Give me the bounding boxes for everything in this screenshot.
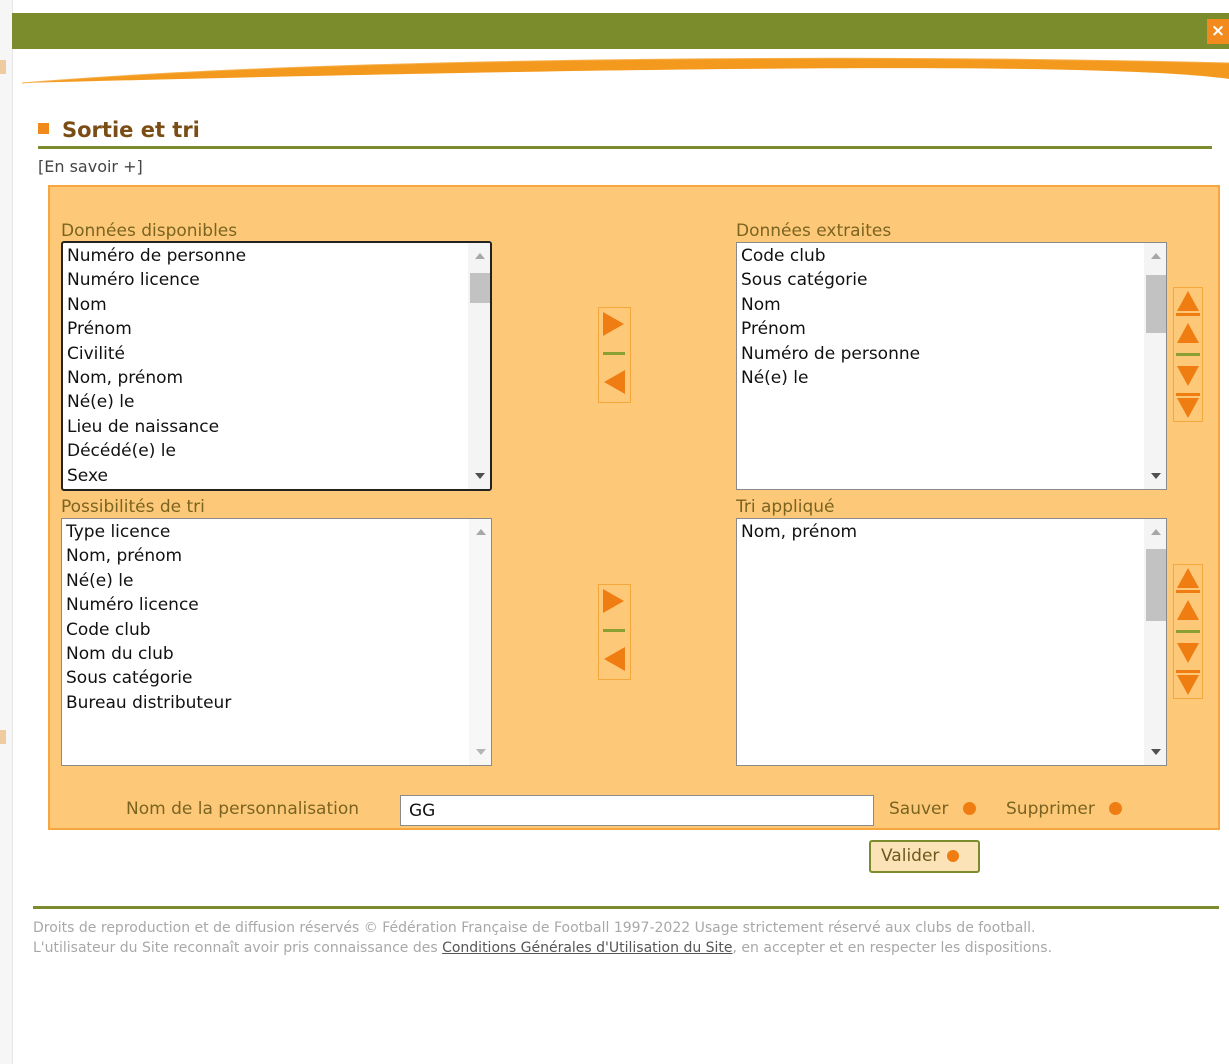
extracted-data-item[interactable]: Prénom	[741, 317, 1166, 341]
extracted-data-item[interactable]: Code club	[741, 244, 1166, 268]
transfer-arrows-bottom	[598, 584, 631, 680]
scroll-thumb[interactable]	[470, 273, 490, 303]
scroll-down-icon[interactable]	[1151, 749, 1161, 755]
sort-option-item[interactable]: Type licence	[66, 520, 491, 544]
output-sort-panel: Données disponibles Numéro de personne Nu…	[48, 185, 1220, 830]
personalisation-name-label: Nom de la personnalisation	[126, 799, 360, 819]
personalisation-name-input[interactable]	[400, 795, 874, 826]
move-to-top-icon[interactable]	[1174, 565, 1202, 594]
left-edge-strip	[0, 0, 13, 1064]
validate-label: Valider	[881, 846, 940, 866]
move-up-icon[interactable]	[1174, 596, 1202, 625]
section-divider	[38, 146, 1212, 149]
sort-applied-label: Tri appliqué	[736, 497, 835, 517]
sort-option-item[interactable]: Nom du club	[66, 642, 491, 666]
bullet-square-icon	[38, 123, 49, 134]
extracted-data-item[interactable]: Numéro de personne	[741, 342, 1166, 366]
available-data-item[interactable]: Lieu de naissance	[67, 415, 490, 439]
add-right-arrow-icon[interactable]	[603, 312, 624, 336]
extracted-data-listbox[interactable]: Code club Sous catégorie Nom Prénom Numéro d…	[736, 242, 1167, 490]
bullet-dot-icon	[947, 850, 960, 862]
scroll-down-icon[interactable]	[1151, 473, 1161, 479]
save-button[interactable]: Sauver	[889, 799, 976, 819]
scroll-up-icon[interactable]	[1151, 529, 1161, 535]
sort-applied-item[interactable]: Nom, prénom	[741, 520, 1166, 544]
remove-left-arrow-icon[interactable]	[604, 647, 625, 671]
sort-option-item[interactable]: Code club	[66, 618, 491, 642]
move-up-icon[interactable]	[1174, 319, 1202, 348]
sort-applied-listbox[interactable]: Nom, prénom	[736, 518, 1167, 766]
sort-option-item[interactable]: Numéro licence	[66, 593, 491, 617]
reorder-arrows-top	[1173, 287, 1203, 422]
scroll-thumb[interactable]	[1146, 275, 1166, 333]
sort-option-item[interactable]: Né(e) le	[66, 569, 491, 593]
available-data-item[interactable]: Civilité	[67, 342, 490, 366]
available-data-listbox[interactable]: Numéro de personne Numéro licence Nom Préno…	[61, 241, 492, 491]
extracted-data-item[interactable]: Né(e) le	[741, 366, 1166, 390]
divider-line	[603, 352, 625, 355]
footer-terms: L'utilisateur du Site reconnaît avoir pr…	[33, 940, 1052, 956]
scroll-down-icon[interactable]	[476, 749, 486, 755]
scroll-up-icon[interactable]	[475, 253, 485, 259]
delete-label: Supprimer	[1006, 799, 1095, 819]
move-down-icon[interactable]	[1174, 639, 1202, 668]
save-label: Sauver	[889, 799, 949, 819]
scroll-up-icon[interactable]	[1151, 253, 1161, 259]
available-data-item[interactable]: Sexe	[67, 464, 490, 488]
available-data-label: Données disponibles	[61, 221, 238, 241]
footer-divider	[33, 906, 1219, 909]
move-to-bottom-icon[interactable]	[1174, 669, 1202, 698]
sort-options-label: Possibilités de tri	[61, 497, 205, 517]
reorder-arrows-bottom	[1173, 564, 1203, 699]
available-data-item[interactable]: Prénom	[67, 317, 490, 341]
add-right-arrow-icon[interactable]	[603, 589, 624, 613]
terms-link[interactable]: Conditions Générales d'Utilisation du Si…	[442, 940, 732, 956]
divider-line	[603, 629, 625, 632]
divider-line	[1176, 353, 1200, 356]
footer-terms-pre: L'utilisateur du Site reconnaît avoir pr…	[33, 940, 443, 956]
scroll-down-icon[interactable]	[475, 473, 485, 479]
available-data-item[interactable]: Nom, prénom	[67, 366, 490, 390]
remove-left-arrow-icon[interactable]	[604, 370, 625, 394]
header-swoosh	[21, 57, 1229, 84]
section-heading: Sortie et tri	[38, 118, 200, 142]
page-title: Sortie et tri	[62, 118, 200, 142]
divider-line	[1176, 630, 1200, 633]
scroll-thumb[interactable]	[1146, 549, 1166, 621]
available-data-item[interactable]: Numéro licence	[67, 268, 490, 292]
extracted-data-label: Données extraites	[736, 221, 892, 241]
learn-more-link[interactable]: [En savoir +]	[38, 157, 143, 176]
sort-options-scrollbar[interactable]	[469, 519, 491, 765]
bullet-dot-icon	[1108, 802, 1122, 815]
extracted-data-item[interactable]: Sous catégorie	[741, 268, 1166, 292]
extracted-scrollbar[interactable]	[1144, 243, 1166, 489]
move-to-top-icon[interactable]	[1174, 288, 1202, 317]
available-data-item[interactable]: Né(e) le	[67, 390, 490, 414]
transfer-arrows-top	[598, 307, 631, 403]
dialog-title-bar	[12, 13, 1229, 49]
footer-terms-post: , en accepter et en respecter les dispos…	[732, 940, 1053, 956]
available-scrollbar[interactable]	[468, 243, 490, 489]
validate-button[interactable]: Valider	[869, 840, 980, 873]
available-data-item[interactable]: Numéro de personne	[67, 244, 490, 268]
sort-options-listbox[interactable]: Type licence Nom, prénom Né(e) le Numéro li…	[61, 518, 492, 766]
sort-option-item[interactable]: Sous catégorie	[66, 666, 491, 690]
available-data-item[interactable]: Décédé(e) le	[67, 439, 490, 463]
delete-button[interactable]: Supprimer	[1006, 799, 1122, 819]
move-to-bottom-icon[interactable]	[1174, 392, 1202, 421]
footer-copyright: Droits de reproduction et de diffusion r…	[33, 920, 1036, 936]
sort-option-item[interactable]: Nom, prénom	[66, 544, 491, 568]
move-down-icon[interactable]	[1174, 362, 1202, 391]
available-data-item[interactable]: Nom	[67, 293, 490, 317]
bullet-dot-icon	[962, 802, 976, 815]
scroll-up-icon[interactable]	[476, 529, 486, 535]
close-icon[interactable]: ×	[1207, 19, 1229, 44]
sort-option-item[interactable]: Bureau distributeur	[66, 691, 491, 715]
extracted-data-item[interactable]: Nom	[741, 293, 1166, 317]
sort-applied-scrollbar[interactable]	[1144, 519, 1166, 765]
